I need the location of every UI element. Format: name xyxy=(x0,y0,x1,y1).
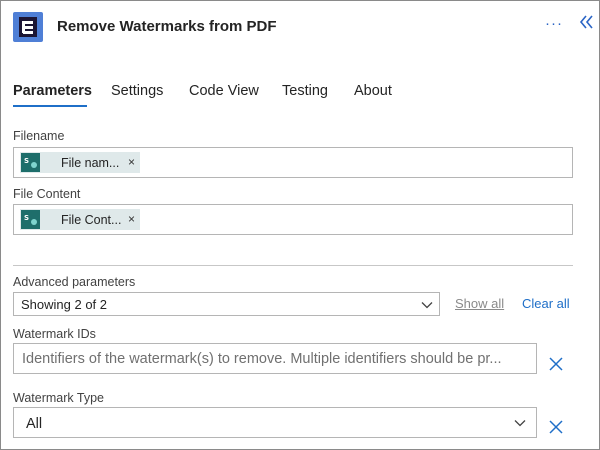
clear-watermark-type-icon[interactable] xyxy=(549,420,563,434)
watermark-type-label: Watermark Type xyxy=(13,391,104,405)
action-panel: Remove Watermarks from PDF ··· Parameter… xyxy=(0,0,600,450)
sharepoint-icon: S xyxy=(21,210,40,229)
advanced-parameters-value: Showing 2 of 2 xyxy=(21,297,108,312)
chevron-down-icon xyxy=(421,302,433,309)
file-content-label: File Content xyxy=(13,187,81,201)
watermark-type-dropdown[interactable]: All xyxy=(13,407,537,438)
sharepoint-icon: S xyxy=(21,153,40,172)
filename-label: Filename xyxy=(13,129,65,143)
watermark-type-value: All xyxy=(26,416,43,432)
tab-settings[interactable]: Settings xyxy=(111,83,163,99)
clear-watermark-ids-icon[interactable] xyxy=(549,357,563,371)
file-content-field[interactable]: S File Cont... × xyxy=(13,204,573,235)
advanced-parameters-dropdown[interactable]: Showing 2 of 2 xyxy=(13,292,440,316)
remove-token-icon[interactable]: × xyxy=(128,212,135,226)
watermark-ids-input[interactable] xyxy=(13,343,537,374)
chevron-down-icon xyxy=(514,420,526,427)
filename-token-label: File nam... xyxy=(61,156,120,170)
tab-testing[interactable]: Testing xyxy=(282,83,328,99)
more-options-button[interactable]: ··· xyxy=(545,15,563,32)
advanced-parameters-label: Advanced parameters xyxy=(13,275,136,289)
active-tab-indicator xyxy=(13,105,87,107)
panel-title: Remove Watermarks from PDF xyxy=(57,18,277,35)
remove-token-icon[interactable]: × xyxy=(128,155,135,169)
collapse-panel-button[interactable] xyxy=(579,13,595,31)
section-divider xyxy=(13,265,573,266)
pdf-app-icon xyxy=(13,12,43,42)
show-all-link[interactable]: Show all xyxy=(455,296,504,311)
file-content-token-label: File Cont... xyxy=(61,213,122,227)
watermark-ids-label: Watermark IDs xyxy=(13,327,96,341)
clear-all-link[interactable]: Clear all xyxy=(522,296,570,311)
tab-parameters[interactable]: Parameters xyxy=(13,83,92,99)
filename-token[interactable]: S File nam... × xyxy=(20,152,140,173)
filename-field[interactable]: S File nam... × xyxy=(13,147,573,178)
double-chevron-left-icon xyxy=(579,15,593,29)
file-content-token[interactable]: S File Cont... × xyxy=(20,209,140,230)
tab-about[interactable]: About xyxy=(354,83,392,99)
tab-code-view[interactable]: Code View xyxy=(189,83,259,99)
